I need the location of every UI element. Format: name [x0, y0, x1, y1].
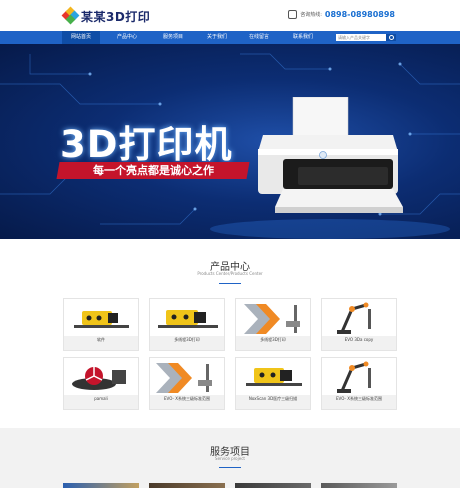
product-card[interactable]: EVO 3Da copy	[321, 298, 397, 351]
site-logo[interactable]: 某某3D打印	[61, 6, 151, 25]
nav-item-about[interactable]: 关于我们	[198, 31, 236, 44]
services-subtitle: Service project	[215, 456, 245, 461]
product-image	[322, 358, 396, 395]
nav-item-home[interactable]: 网站首页	[62, 31, 100, 44]
product-card[interactable]: EVO- X系统三级标准范围	[321, 357, 397, 410]
hotline-number[interactable]: 0898-08980898	[325, 10, 395, 19]
printer-image	[258, 97, 403, 213]
product-image	[150, 358, 224, 395]
product-label: EVO 3Da copy	[344, 337, 374, 342]
product-label: EVO- X系统三级标准范围	[336, 396, 382, 401]
product-card[interactable]: NoxScan 3D医疗三级扫描	[235, 357, 311, 410]
product-image	[64, 358, 138, 395]
banner-title: 3D打印机	[60, 123, 233, 166]
nav-item-contact[interactable]: 联系我们	[284, 31, 322, 44]
site-header: 某某3D打印 咨询热线: 0898-08980898	[0, 0, 460, 31]
hotline-label: 咨询热线:	[300, 12, 322, 18]
products-subtitle: Products Center/Products Center	[197, 271, 263, 276]
main-nav: 网站首页 产品中心 服务项目 关于我们 在线留言 联系我们 请输入产品关键字	[0, 31, 460, 44]
service-image[interactable]	[149, 483, 225, 488]
product-label: 软件	[97, 337, 105, 342]
product-image	[150, 299, 224, 336]
product-label: 多线程3D打印	[174, 337, 200, 342]
nav-item-products[interactable]: 产品中心	[108, 31, 146, 44]
search-button[interactable]	[386, 34, 396, 41]
product-label: pamali	[94, 396, 108, 401]
hotline: 咨询热线: 0898-08980898	[288, 10, 395, 19]
product-label: 多线程3D打印	[260, 337, 286, 342]
product-image	[322, 299, 396, 336]
hero-banner[interactable]: 3D打印机 每一个亮点都是诚心之作	[0, 44, 460, 239]
nav-item-message[interactable]: 在线留言	[240, 31, 278, 44]
services-divider	[219, 467, 241, 468]
search-icon	[389, 35, 394, 40]
products-divider	[219, 283, 241, 284]
search-input[interactable]: 请输入产品关键字	[336, 34, 386, 41]
banner-slogan: 每一个亮点都是诚心之作	[56, 162, 250, 179]
product-card[interactable]: EVO- X系统三级标准范围	[149, 357, 225, 410]
service-image[interactable]	[235, 483, 311, 488]
nav-item-services[interactable]: 服务项目	[154, 31, 192, 44]
logo-text: 某某3D打印	[81, 9, 151, 24]
product-card[interactable]: 多线程3D打印	[149, 298, 225, 351]
service-image[interactable]	[321, 483, 397, 488]
phone-icon	[288, 10, 298, 19]
product-card[interactable]: pamali	[63, 357, 139, 410]
product-label: NoxScan 3D医疗三级扫描	[248, 396, 298, 401]
product-card[interactable]: 软件	[63, 298, 139, 351]
product-image	[236, 299, 310, 336]
product-label: EVO- X系统三级标准范围	[164, 396, 210, 401]
service-image[interactable]	[63, 483, 139, 488]
product-card[interactable]: 多线程3D打印	[235, 298, 311, 351]
product-image	[64, 299, 138, 336]
logo-icon	[61, 6, 80, 25]
product-image	[236, 358, 310, 395]
